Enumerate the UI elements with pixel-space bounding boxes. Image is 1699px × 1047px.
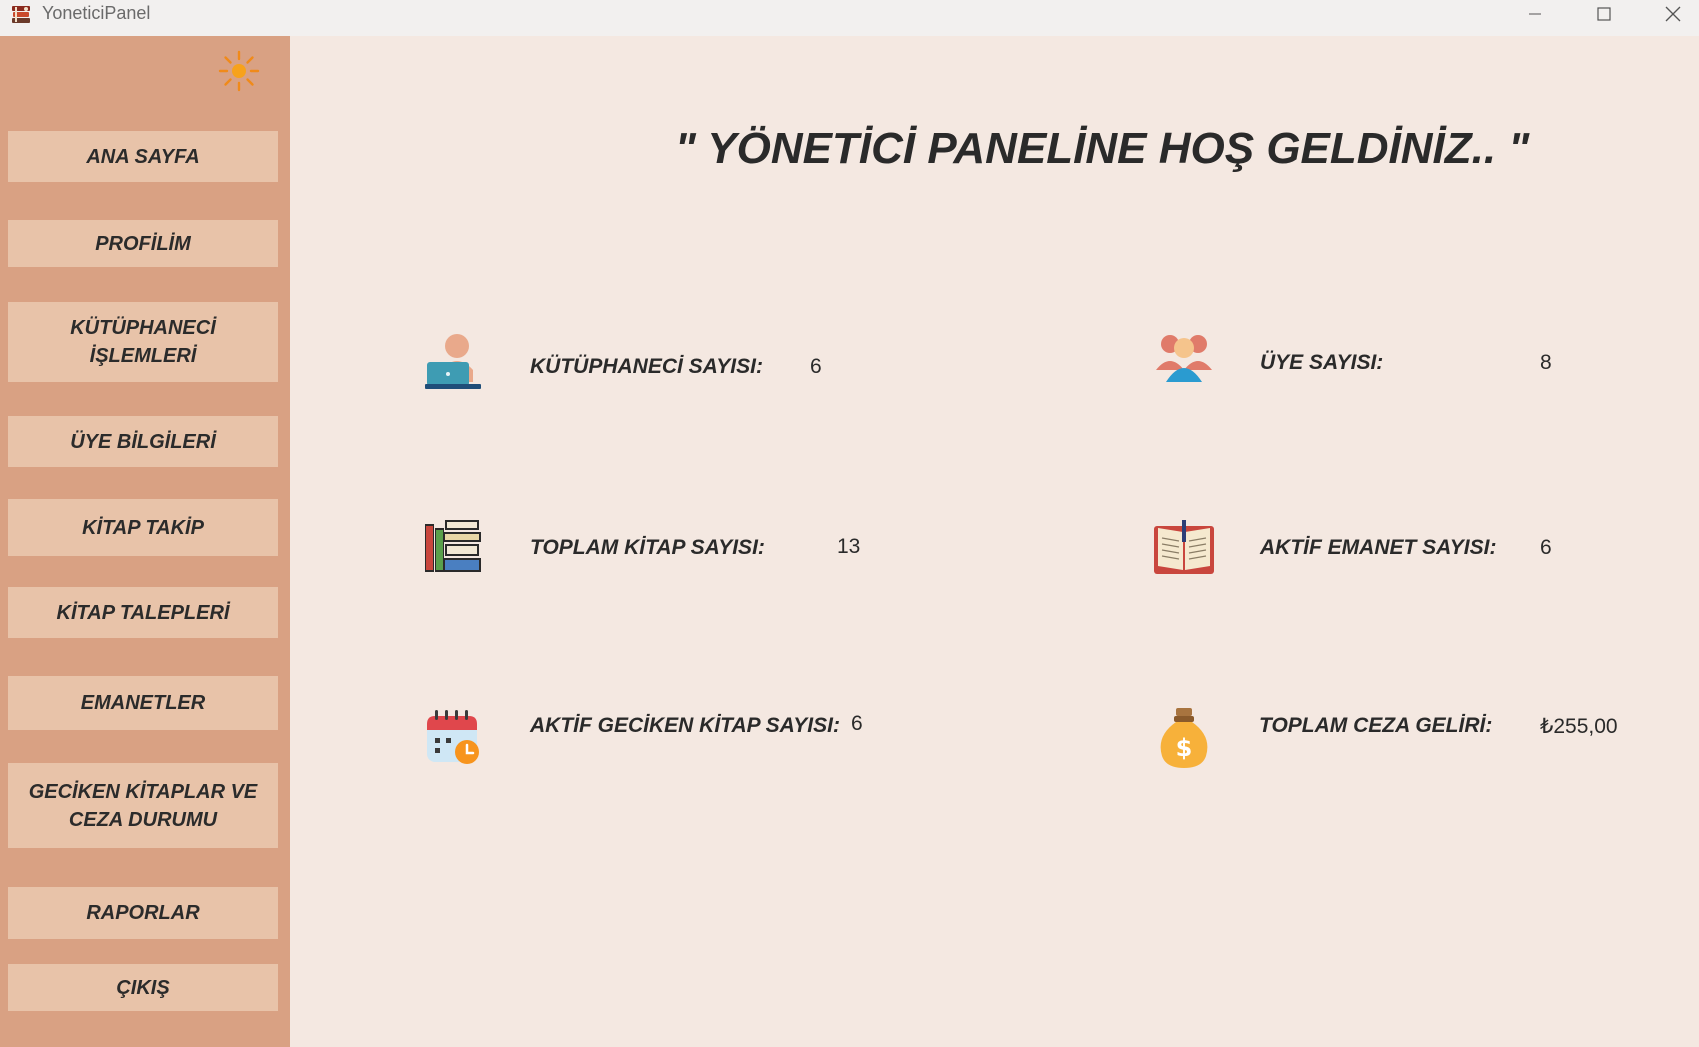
svg-text:$: $ — [1176, 734, 1193, 762]
stat-toplam-ceza-value: ₺255,00 — [1540, 715, 1618, 738]
open-book-icon — [1154, 520, 1214, 574]
title-bar: YoneticiPanel — [0, 0, 1699, 36]
close-icon — [1665, 6, 1681, 22]
nav-emanetler-button[interactable]: EMANETLER — [8, 676, 278, 730]
minimize-button[interactable] — [1502, 0, 1568, 28]
stat-uye-label: ÜYE SAYISI: — [1260, 351, 1384, 374]
app-window: YoneticiPanel ANA SAYFA PROFİLİM KÜTÜPHA… — [0, 0, 1699, 1047]
stat-toplam-ceza-label: TOPLAM CEZA GELİRİ: — [1259, 714, 1493, 737]
stat-aktif-geciken-label: AKTİF GECİKEN KİTAP SAYISI: — [530, 714, 840, 737]
welcome-heading: " YÖNETİCİ PANELİNE HOŞ GELDİNİZ.. " — [675, 124, 1530, 173]
maximize-icon — [1597, 7, 1611, 21]
maximize-button[interactable] — [1571, 0, 1637, 28]
window-title: YoneticiPanel — [42, 3, 151, 23]
nav-geciken-kitaplar-button[interactable]: GECİKEN KİTAPLAR VE CEZA DURUMU — [8, 763, 278, 848]
calendar-clock-icon — [427, 710, 479, 764]
main-content: " YÖNETİCİ PANELİNE HOŞ GELDİNİZ.. " KÜT… — [290, 36, 1699, 1047]
members-icon — [1156, 335, 1212, 382]
nav-profilim-button[interactable]: PROFİLİM — [8, 220, 278, 267]
librarian-icon — [425, 334, 481, 389]
close-button[interactable] — [1640, 0, 1699, 28]
nav-uye-bilgileri-button[interactable]: ÜYE BİLGİLERİ — [8, 416, 278, 467]
nav-kitap-talepleri-button[interactable]: KİTAP TALEPLERİ — [8, 587, 278, 638]
sun-icon[interactable] — [218, 50, 260, 92]
stat-toplam-kitap-label: TOPLAM KİTAP SAYISI: — [530, 536, 765, 559]
sidebar: ANA SAYFA PROFİLİM KÜTÜPHANECİ İŞLEMLERİ… — [0, 36, 290, 1047]
stat-toplam-kitap-value: 13 — [837, 535, 861, 558]
stat-aktif-emanet-label: AKTİF EMANET SAYISI: — [1260, 536, 1497, 559]
stat-aktif-emanet-value: 6 — [1540, 536, 1552, 559]
minimize-icon — [1529, 13, 1541, 15]
nav-kitap-takip-button[interactable]: KİTAP TAKİP — [8, 499, 278, 556]
stat-kutuphaneci-label: KÜTÜPHANECİ SAYISI: — [530, 355, 763, 378]
books-icon — [425, 520, 481, 572]
nav-ana-sayfa-button[interactable]: ANA SAYFA — [8, 131, 278, 182]
money-bag-icon: $ — [1160, 708, 1208, 768]
nav-cikis-button[interactable]: ÇIKIŞ — [8, 964, 278, 1011]
stat-kutuphaneci-value: 6 — [810, 355, 822, 378]
app-logo-icon — [12, 6, 30, 23]
nav-kutuphaneci-islemleri-button[interactable]: KÜTÜPHANECİ İŞLEMLERİ — [8, 302, 278, 382]
nav-raporlar-button[interactable]: RAPORLAR — [8, 887, 278, 939]
stat-uye-value: 8 — [1540, 351, 1552, 374]
stat-aktif-geciken-value: 6 — [851, 712, 863, 735]
